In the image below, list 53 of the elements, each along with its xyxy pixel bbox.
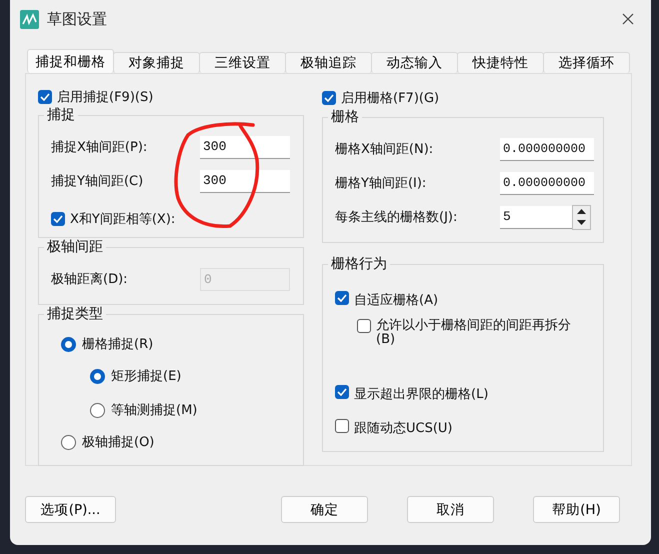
checkbox-label: 允许以小于栅格间距的间距再拆分(B) [376, 319, 572, 347]
close-icon[interactable] [622, 13, 634, 25]
radio-label: 栅格捕捉(R) [82, 336, 154, 353]
radio-button[interactable] [61, 434, 76, 450]
dialog-button[interactable]: 帮助(H) [533, 496, 620, 523]
group-title: 捕捉类型 [46, 305, 104, 323]
checkbox-label: 自适应栅格(A) [354, 292, 438, 309]
tab[interactable]: 快捷特性 [457, 52, 544, 73]
tab[interactable]: 选择循环 [543, 52, 630, 73]
checkbox[interactable] [335, 419, 349, 433]
dialog-button[interactable]: 确定 [281, 496, 368, 523]
dialog-button[interactable]: 选项(P)... [25, 496, 116, 523]
dialog-button[interactable]: 取消 [407, 496, 494, 523]
tab[interactable]: 三维设置 [199, 52, 286, 73]
field-label: 栅格X轴间距(N): [335, 141, 434, 158]
radio-label: 矩形捕捉(E) [111, 368, 182, 385]
checkbox-label: 启用栅格(F7)(G) [341, 90, 440, 107]
tab[interactable]: 极轴追踪 [285, 52, 372, 73]
checkbox[interactable] [38, 90, 52, 104]
field-label: 捕捉Y轴间距(C) [51, 173, 144, 190]
input-field[interactable]: 0.000000000 [500, 138, 594, 160]
field-label: 极轴距离(D): [51, 271, 129, 288]
field-label: 栅格Y轴间距(I): [335, 175, 428, 192]
radio-button[interactable] [90, 402, 105, 418]
app-logo-icon [20, 10, 39, 28]
checkbox[interactable] [357, 319, 371, 333]
input-field[interactable]: 0.000000000 [500, 172, 594, 194]
checkbox-label: 显示超出界限的栅格(L) [354, 386, 488, 403]
window-title: 草图设置 [47, 10, 107, 28]
checkbox-label: 启用捕捉(F9)(S) [57, 89, 154, 106]
radio-label: 极轴捕捉(O) [82, 434, 154, 451]
input-field[interactable]: 300 [200, 170, 290, 192]
group-title: 栅格 [330, 108, 360, 126]
tab[interactable]: 动态输入 [371, 52, 458, 73]
radio-button[interactable] [61, 336, 76, 352]
checkbox[interactable] [335, 291, 349, 305]
group-title: 栅格行为 [330, 255, 388, 273]
radio-button[interactable] [90, 368, 105, 384]
checkbox-label: X和Y间距相等(X): [70, 211, 176, 228]
checkbox[interactable] [51, 212, 65, 226]
field-label: 捕捉X轴间距(P): [51, 139, 148, 156]
tab[interactable]: 对象捕捉 [113, 52, 200, 73]
spinner-arrows-icon[interactable] [572, 204, 591, 230]
group-title: 捕捉 [46, 106, 76, 124]
tab[interactable]: 捕捉和栅格 [27, 49, 114, 73]
field-label: 每条主线的栅格数(J): [335, 209, 458, 226]
spinner-field[interactable]: 5 [500, 206, 572, 228]
radio-label: 等轴测捕捉(M) [111, 402, 198, 419]
checkbox[interactable] [322, 91, 336, 105]
checkbox[interactable] [335, 385, 349, 399]
input-field[interactable]: 300 [200, 136, 290, 158]
checkbox-label: 跟随动态UCS(U) [354, 420, 453, 437]
group-title: 极轴间距 [46, 238, 104, 256]
